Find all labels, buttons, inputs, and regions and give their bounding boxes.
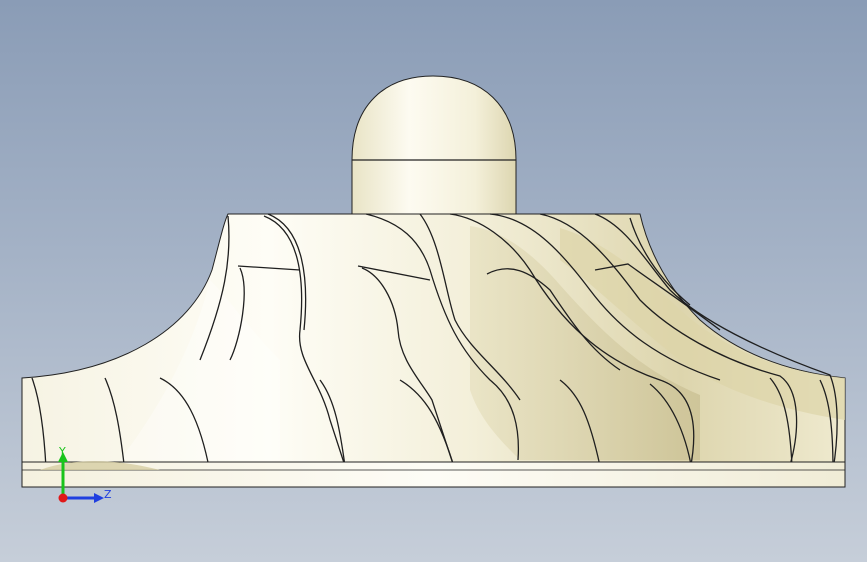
dome-nose[interactable] [351, 75, 517, 215]
z-axis-label: Z [104, 488, 112, 501]
y-axis-label: Y [58, 445, 66, 458]
impeller-hub[interactable] [21, 213, 846, 471]
base-disc[interactable] [21, 461, 846, 488]
x-axis-origin-icon [58, 493, 68, 503]
impeller-model[interactable]: Y Z [0, 0, 867, 562]
z-arrow-icon [94, 493, 104, 503]
graphics-viewport[interactable]: Y Z [0, 0, 867, 562]
